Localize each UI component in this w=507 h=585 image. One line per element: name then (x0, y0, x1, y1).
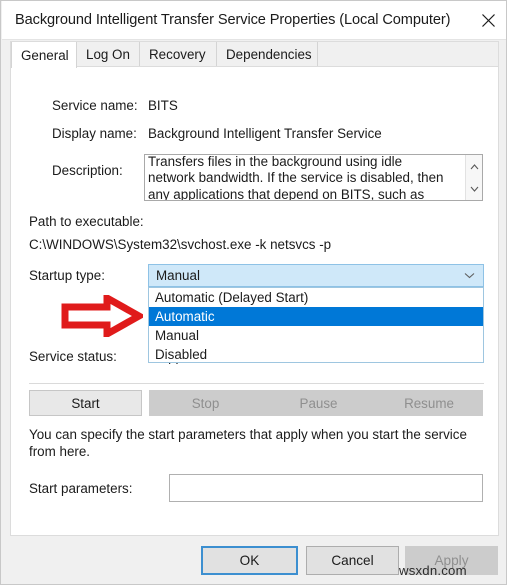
title-bar: Background Intelligent Transfer Service … (2, 1, 506, 40)
display-name-label: Display name: (52, 126, 137, 141)
tab-general[interactable]: General (11, 42, 77, 68)
start-button[interactable]: Start (29, 390, 142, 416)
tab-log-on[interactable]: Log On (77, 42, 140, 67)
dropdown-option-disabled[interactable]: Disabled (149, 345, 483, 364)
description-label: Description: (52, 163, 123, 178)
start-parameters-label: Start parameters: (29, 481, 133, 496)
chevron-down-icon (464, 270, 475, 282)
close-icon[interactable] (468, 1, 506, 39)
startup-type-label: Startup type: (29, 268, 105, 283)
dropdown-option-automatic-delayed-start[interactable]: Automatic (Delayed Start) (149, 288, 483, 307)
watermark: wsxdn.com (399, 563, 467, 578)
ok-button[interactable]: OK (201, 546, 298, 575)
path-to-executable-value: C:\WINDOWS\System32\svchost.exe -k netsv… (29, 237, 332, 252)
start-parameters-input[interactable] (169, 474, 483, 502)
tab-dependencies-label: Dependencies (226, 47, 312, 62)
startup-type-combobox[interactable]: Manual (148, 264, 484, 287)
dropdown-option-label: Manual (155, 328, 199, 343)
dropdown-option-label: Disabled (155, 347, 208, 362)
description-textbox[interactable]: Transfers files in the background using … (144, 154, 483, 201)
tab-general-label: General (21, 47, 69, 63)
description-text: Transfers files in the background using … (148, 154, 444, 201)
startup-type-dropdown-list[interactable]: Automatic (Delayed Start) Automatic Manu… (148, 287, 484, 363)
dropdown-option-label: Automatic (Delayed Start) (155, 290, 309, 305)
stop-button-label: Stop (191, 395, 220, 411)
dropdown-option-manual[interactable]: Manual (149, 326, 483, 345)
section-divider (29, 383, 484, 384)
service-name-value: BITS (148, 98, 178, 113)
tab-recovery-label: Recovery (149, 47, 206, 62)
service-name-label: Service name: (52, 98, 138, 113)
tab-strip: General Log On Recovery Dependencies (10, 41, 499, 68)
pause-button-label: Pause (299, 395, 338, 411)
start-button-label: Start (71, 395, 100, 411)
description-scrollbar[interactable] (465, 155, 482, 200)
tab-log-on-label: Log On (86, 47, 130, 62)
cancel-button-label: Cancel (331, 553, 374, 568)
scroll-down-icon[interactable] (466, 179, 482, 199)
general-tab-panel: Service name: BITS Display name: Backgro… (10, 66, 499, 536)
pause-button: Pause (262, 390, 375, 416)
service-properties-dialog: Background Intelligent Transfer Service … (0, 0, 507, 585)
display-name-value: Background Intelligent Transfer Service (148, 126, 382, 141)
tab-recovery[interactable]: Recovery (140, 42, 217, 67)
startup-type-selected-value: Manual (156, 268, 200, 283)
tab-dependencies[interactable]: Dependencies (217, 42, 318, 67)
scroll-up-icon[interactable] (466, 157, 482, 177)
path-to-executable-label: Path to executable: (29, 214, 144, 229)
dropdown-option-automatic[interactable]: Automatic (149, 307, 483, 326)
ok-button-label: OK (239, 553, 260, 568)
stop-button: Stop (149, 390, 262, 416)
window-title: Background Intelligent Transfer Service … (15, 12, 451, 28)
cancel-button[interactable]: Cancel (306, 546, 399, 575)
dropdown-option-label: Automatic (155, 309, 215, 324)
resume-button: Resume (375, 390, 483, 416)
resume-button-label: Resume (404, 395, 454, 411)
start-parameters-hint: You can specify the start parameters tha… (29, 427, 467, 459)
service-status-label: Service status: (29, 349, 117, 364)
